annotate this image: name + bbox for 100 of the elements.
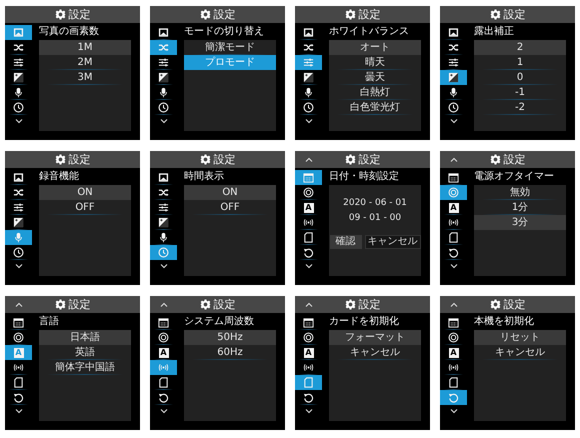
chevron-down-icon[interactable] [304,408,312,414]
sidebar-item[interactable]: A [150,345,177,360]
option-item[interactable]: 1M [39,40,131,55]
wireless-icon [448,217,459,228]
chevron-up-icon[interactable] [305,157,313,163]
calendar-icon [13,317,24,328]
sd-card-icon [13,377,24,388]
setting-title: 言語 [39,315,60,328]
wireless-icon [448,362,459,373]
chevron-down-icon[interactable] [160,263,168,269]
header-title: 設定 [504,299,526,310]
sidebar-item[interactable]: A [295,200,322,215]
settings-icon [490,299,500,310]
chevron-down-icon[interactable] [14,408,22,414]
chevron-down-icon[interactable] [304,118,312,124]
option-item[interactable]: キャンセル [474,345,566,360]
setting-title: 写真の画素数 [39,25,100,38]
clock-icon [303,102,314,113]
option-item[interactable]: オート [329,40,421,55]
chevron-down-icon[interactable] [14,118,22,124]
image-icon [13,27,24,38]
settings-icon [344,299,356,310]
option-item[interactable]: 白色蛍光灯 [329,100,421,115]
option-item[interactable]: ON [39,185,131,200]
date-value[interactable]: 2020 - 06 - 01 [343,197,407,209]
option-item[interactable]: 1 [474,55,566,70]
wireless-icon [303,217,314,228]
microphone-icon [13,232,24,243]
option-item[interactable]: フォーマット [329,330,421,345]
option-item[interactable]: 60Hz [184,345,276,360]
option-item[interactable]: OFF [39,200,131,215]
chevron-up-icon[interactable] [160,302,168,308]
calendar-icon [448,317,459,328]
shuffle-icon [448,42,459,53]
option-item[interactable]: ON [184,185,276,200]
option-item[interactable]: 0 [474,70,566,85]
setting-title: カードを初期化 [329,315,400,328]
setting-title: ホワイトバランス [329,25,410,38]
setting-title: 日付・時刻設定 [329,170,400,183]
wireless-icon [158,362,169,373]
option-item[interactable]: 50Hz [184,330,276,345]
setting-title: 本機を初期化 [474,315,535,328]
setting-title: 録音機能 [39,170,80,183]
option-item[interactable]: 3M [39,70,131,85]
option-item[interactable]: リセット [474,330,566,345]
option-item[interactable]: 3分 [474,215,566,230]
clock-icon [13,102,24,113]
setting-title: 電源オフタイマー [474,170,555,183]
sidebar-item[interactable]: A [295,345,322,360]
chevron-down-icon[interactable] [14,263,22,269]
chevron-down-icon[interactable] [160,118,168,124]
chevron-down-icon[interactable] [450,408,458,414]
image-icon [158,27,169,38]
chevron-down-icon[interactable] [304,263,312,269]
microphone-icon [158,232,169,243]
reset-icon [158,392,169,403]
header-title: 設定 [504,9,526,20]
option-item[interactable]: 晴天 [329,55,421,70]
settings-icon [54,154,66,165]
header-title: 設定 [214,299,236,310]
chevron-up-icon[interactable] [15,302,23,308]
option-item[interactable]: 2M [39,55,131,70]
dialog-button[interactable]: キャンセル [364,235,420,249]
chevron-down-icon[interactable] [450,263,458,269]
chevron-up-icon[interactable] [305,302,313,308]
language-icon: A [304,348,314,358]
option-item[interactable]: 簡体字中国語 [39,360,131,375]
target-icon [303,187,314,198]
option-item[interactable]: -1 [474,85,566,100]
option-item[interactable]: OFF [184,200,276,215]
exposure-icon [448,72,459,83]
sidebar-item[interactable]: A [440,345,467,360]
settings-icon [54,299,66,310]
time-value[interactable]: 09 - 01 - 00 [348,212,402,224]
calendar-icon [158,317,169,328]
option-item[interactable]: 英語 [39,345,131,360]
chevron-up-icon[interactable] [450,157,458,163]
clock-icon [13,247,24,258]
option-item[interactable]: 無効 [474,185,566,200]
option-item[interactable]: 1分 [474,200,566,215]
sidebar-item[interactable]: A [440,200,467,215]
exposure-icon [158,217,169,228]
option-item[interactable]: 2 [474,40,566,55]
chevron-down-icon[interactable] [160,408,168,414]
option-item[interactable]: 簡潔モード [184,40,276,55]
settings-icon [490,154,500,165]
option-item[interactable]: -2 [474,100,566,115]
option-item[interactable]: キャンセル [329,345,421,360]
calendar-icon [448,172,459,183]
option-item[interactable]: 曇天 [329,70,421,85]
option-item[interactable]: 日本語 [39,330,131,345]
sliders-icon [448,57,459,68]
chevron-up-icon[interactable] [450,302,458,308]
setting-title: システム周波数 [184,315,255,328]
dialog-button[interactable]: 確認 [330,235,362,249]
sidebar-item[interactable] [440,70,467,85]
shuffle-icon [303,42,314,53]
option-item[interactable]: 白熱灯 [329,85,421,100]
chevron-down-icon[interactable] [450,118,458,124]
clock-icon [448,102,459,113]
